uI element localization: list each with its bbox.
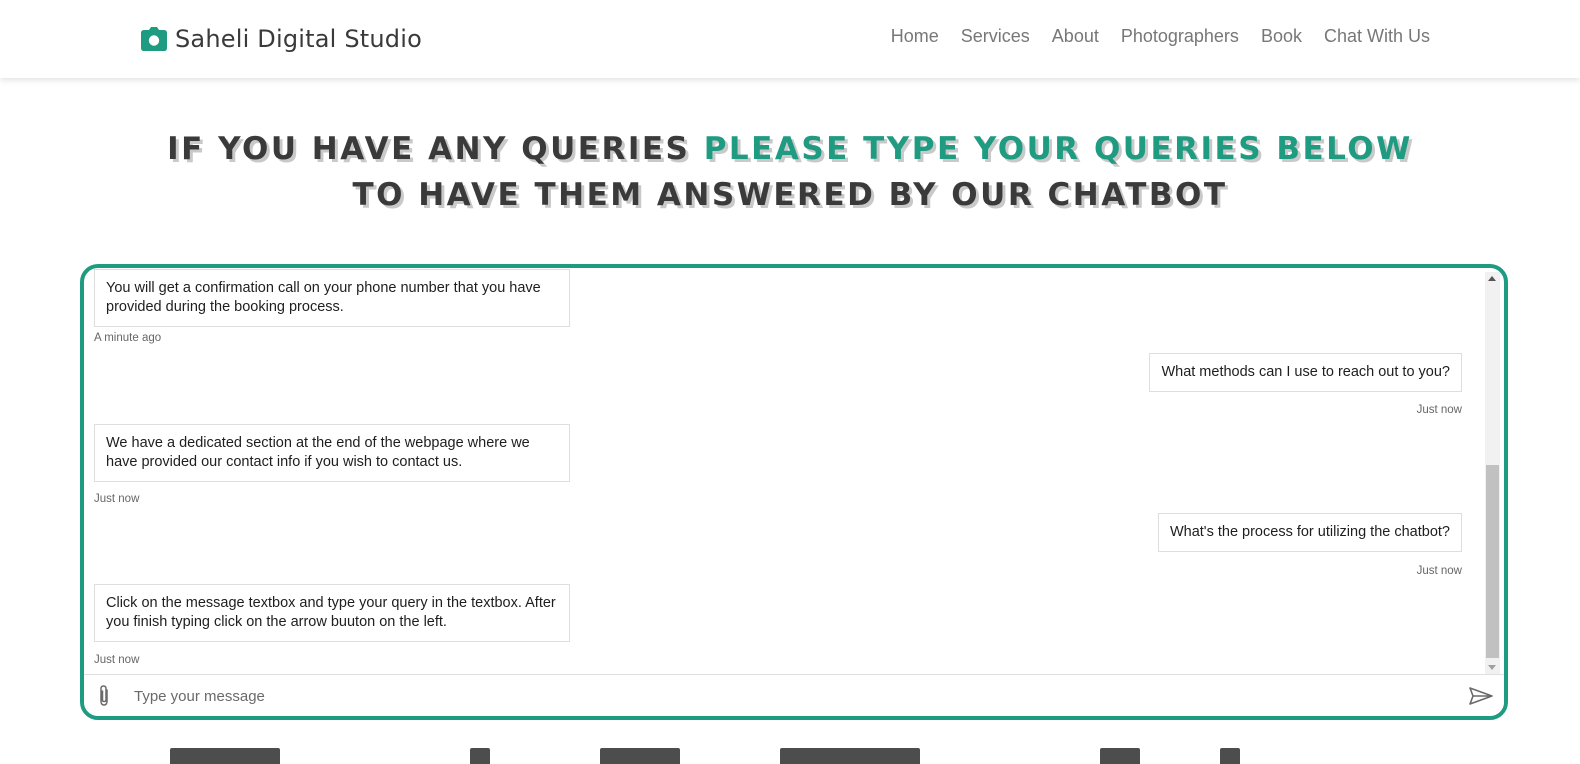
- send-arrow-icon[interactable]: [1468, 684, 1494, 708]
- user-message: What's the process for utilizing the cha…: [1157, 513, 1462, 552]
- user-message: What methods can I use to reach out to y…: [1149, 353, 1462, 392]
- navbar: Saheli Digital Studio Home Services Abou…: [0, 0, 1580, 78]
- heading-part-1: If you have any queries: [167, 131, 704, 167]
- chat-scrollbar[interactable]: [1485, 272, 1500, 674]
- message-time: Just now: [1416, 404, 1462, 416]
- nav-item-chat-with-us[interactable]: Chat With Us: [1324, 26, 1430, 47]
- message-time: Just now: [94, 654, 140, 666]
- paperclip-icon[interactable]: [94, 684, 114, 708]
- nav-menu: Home Services About Photographers Book C…: [891, 26, 1430, 47]
- nav-item-photographers[interactable]: Photographers: [1121, 26, 1239, 47]
- bot-message: You will get a confirmation call on your…: [94, 269, 570, 327]
- message-input[interactable]: [124, 681, 1444, 711]
- chat-messages[interactable]: You will get a confirmation call on your…: [84, 268, 1488, 674]
- nav-item-home[interactable]: Home: [891, 26, 939, 47]
- message-time: Just now: [1416, 565, 1462, 577]
- scroll-down-arrow-icon[interactable]: [1488, 665, 1496, 670]
- nav-item-services[interactable]: Services: [961, 26, 1030, 47]
- next-section-heading-partial: [140, 742, 1440, 764]
- bot-message: Click on the message textbox and type yo…: [94, 584, 570, 642]
- message-time: Just now: [94, 493, 140, 505]
- chat-section-heading: If you have any queries please type your…: [140, 126, 1440, 218]
- scrollbar-thumb[interactable]: [1486, 465, 1499, 658]
- chatbot-widget: You will get a confirmation call on your…: [80, 264, 1508, 720]
- nav-item-about[interactable]: About: [1052, 26, 1099, 47]
- bot-message: We have a dedicated section at the end o…: [94, 424, 570, 482]
- message-composer: [84, 674, 1504, 716]
- heading-accent: please type your queries below: [703, 131, 1413, 167]
- nav-item-book[interactable]: Book: [1261, 26, 1302, 47]
- scroll-up-arrow-icon[interactable]: [1488, 276, 1496, 281]
- camera-icon: [141, 27, 167, 51]
- brand-name: Saheli Digital Studio: [175, 25, 422, 53]
- heading-part-2: to have them answered by our chatbot: [352, 177, 1228, 213]
- brand-link[interactable]: Saheli Digital Studio: [141, 22, 422, 56]
- message-time: A minute ago: [94, 332, 162, 344]
